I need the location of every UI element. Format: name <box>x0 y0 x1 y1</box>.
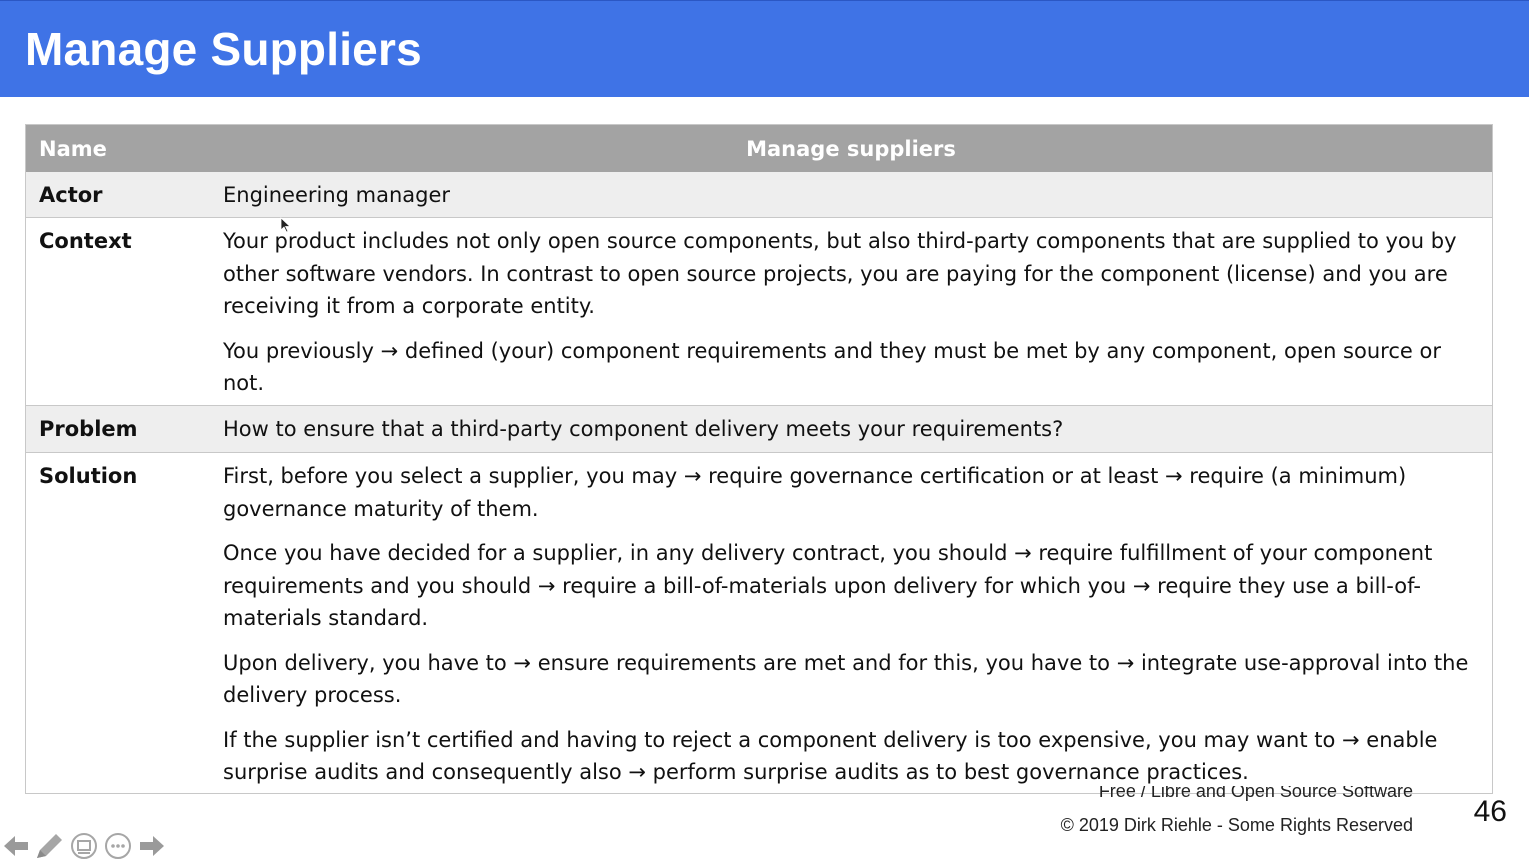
page-number: 46 <box>1473 795 1507 828</box>
context-label: Context <box>39 229 132 253</box>
slide-header: Manage Suppliers <box>0 0 1529 97</box>
slide-title: Manage Suppliers <box>25 23 422 75</box>
context-paragraph: Your product includes not only open sour… <box>223 229 1457 318</box>
footer-course-text: Free / Libre and Open Source Software <box>1098 786 1413 801</box>
solution-paragraph: Once you have decided for a supplier, in… <box>223 541 1433 630</box>
problem-label: Problem <box>39 417 138 441</box>
mouse-cursor-icon <box>280 217 292 237</box>
table-row-problem: Problem How to ensure that a third-party… <box>26 406 1492 453</box>
context-value: Your product includes not only open sour… <box>223 225 1481 412</box>
table-row-context: Context Your product includes not only o… <box>26 218 1492 406</box>
footer-copyright: © 2019 Dirk Riehle - Some Rights Reserve… <box>1060 815 1413 835</box>
solution-paragraph: If the supplier isn’t certified and havi… <box>223 727 1438 785</box>
solution-paragraph: First, before you select a supplier, you… <box>223 464 1407 521</box>
solution-value: First, before you select a supplier, you… <box>223 460 1481 801</box>
solution-paragraph: Upon delivery, you have to → ensure requ… <box>223 650 1469 708</box>
actor-label: Actor <box>39 183 103 207</box>
previous-arrow-icon[interactable] <box>2 832 30 860</box>
pen-icon[interactable] <box>34 832 62 860</box>
next-arrow-icon[interactable] <box>138 832 166 860</box>
presentation-nav-bar <box>0 828 180 860</box>
more-options-icon[interactable] <box>104 832 132 860</box>
problem-value: How to ensure that a third-party compone… <box>223 417 1064 441</box>
actor-value: Engineering manager <box>223 183 451 207</box>
footer-course-name: Free / Libre and Open Source Software <box>1099 786 1413 804</box>
header-name-label: Name <box>39 137 107 161</box>
solution-label: Solution <box>39 464 138 488</box>
table-row-solution: Solution First, before you select a supp… <box>26 453 1492 793</box>
pattern-table: Name Manage suppliers Actor Engineering … <box>25 124 1493 794</box>
slides-overview-icon[interactable] <box>70 832 98 860</box>
table-row-actor: Actor Engineering manager <box>26 172 1492 218</box>
context-paragraph: You previously → defined (your) componen… <box>223 338 1441 396</box>
header-name-value: Manage suppliers <box>746 137 956 161</box>
table-header-row: Name Manage suppliers <box>26 125 1492 172</box>
